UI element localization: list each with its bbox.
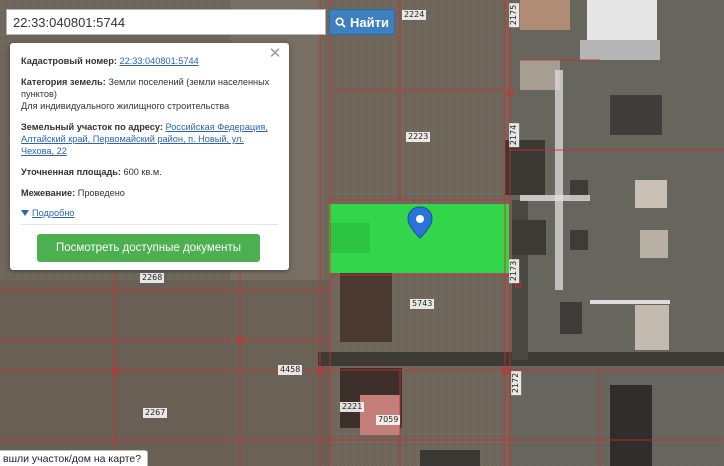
parcel-label-2268: 2268 <box>140 273 165 283</box>
popup-divider <box>21 224 278 225</box>
triangle-down-icon <box>21 210 29 216</box>
parcel-label-2221: 2221 <box>340 402 365 412</box>
search-input[interactable] <box>6 9 326 35</box>
parcel-label-2173: 2173 <box>509 258 520 284</box>
parcel-label-4458: 4458 <box>278 365 303 375</box>
search-button-label: Найти <box>350 14 389 30</box>
search-icon <box>335 16 346 28</box>
survey-value: Проведено <box>77 188 125 198</box>
address-label: Земельный участок по адресу: <box>21 122 163 132</box>
parcel-label-2175: 2175 <box>509 2 520 28</box>
cadastral-number-link[interactable]: 22:33:040801:5744 <box>119 56 198 66</box>
area-row: Уточненная площадь: 600 кв.м. <box>21 166 279 178</box>
parcel-label-2223: 2223 <box>406 132 431 142</box>
help-hint-text: вшли участок/дом на карте? <box>3 453 142 465</box>
cadastral-number-label: Кадастровый номер: <box>21 56 117 66</box>
survey-label: Межевание: <box>21 188 76 198</box>
land-category-label: Категория земель: <box>21 77 106 87</box>
details-toggle[interactable]: Подробно <box>21 207 279 219</box>
details-link[interactable]: Подробно <box>32 207 75 219</box>
parcel-label-2224: 2224 <box>402 10 427 20</box>
parcel-label-2172: 2172 <box>511 370 522 396</box>
search-button[interactable]: Найти <box>329 9 395 35</box>
survey-row: Межевание: Проведено <box>21 187 279 199</box>
parcel-info-popup: ✕ Кадастровый номер: 22:33:040801:5744 К… <box>10 43 289 270</box>
close-icon[interactable]: ✕ <box>268 46 282 61</box>
cadastral-number-row: Кадастровый номер: 22:33:040801:5744 <box>21 55 279 67</box>
parcel-label-2267: 2267 <box>143 408 168 418</box>
parcel-label-5743: 5743 <box>410 299 435 309</box>
area-value: 600 кв.м. <box>123 167 162 177</box>
land-category-row: Категория земель: Земли поселений (земли… <box>21 76 279 112</box>
land-usage-value: Для индивидуального жилищного строительс… <box>21 101 230 111</box>
parcel-label-7059: 7059 <box>376 415 401 425</box>
address-row: Земельный участок по адресу: Российская … <box>21 121 279 157</box>
parcel-label-2174: 2174 <box>509 122 520 148</box>
area-label: Уточненная площадь: <box>21 167 121 177</box>
help-hint-bubble[interactable]: вшли участок/дом на карте? <box>0 450 149 466</box>
view-documents-button[interactable]: Посмотреть доступные документы <box>37 234 260 262</box>
